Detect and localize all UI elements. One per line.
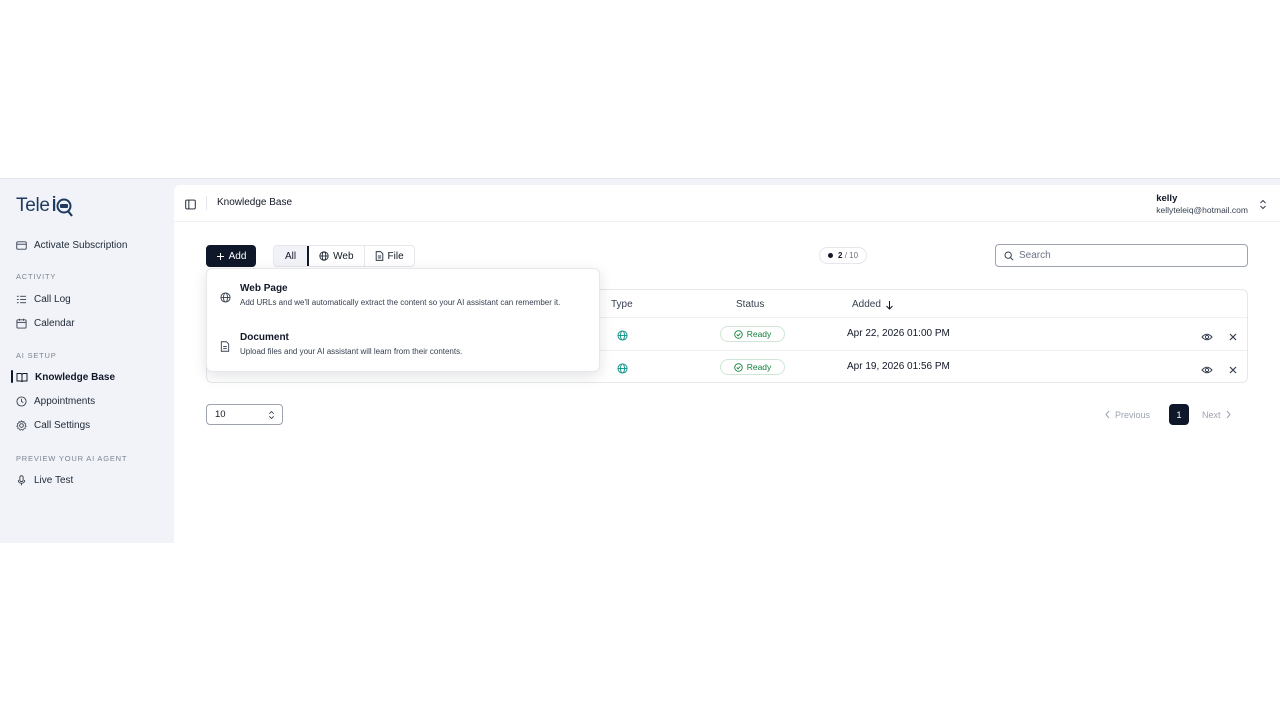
plus-icon bbox=[216, 252, 224, 260]
add-button-label: Add bbox=[228, 250, 247, 262]
type-filter-tabs: All Web File bbox=[273, 245, 415, 267]
status-badge: Ready bbox=[720, 359, 785, 375]
globe-icon bbox=[220, 290, 231, 308]
tab-all[interactable]: All bbox=[274, 246, 310, 266]
logo-text: Tele bbox=[16, 195, 50, 216]
delete-icon[interactable] bbox=[1228, 362, 1238, 380]
added-date: Apr 22, 2026 01:00 PM bbox=[847, 328, 950, 339]
add-menu: Web Page Add URLs and we'll automaticall… bbox=[206, 268, 600, 372]
sidebar-item-appointments[interactable]: Appointments bbox=[16, 393, 95, 409]
tab-file[interactable]: File bbox=[364, 246, 414, 266]
check-circle-icon bbox=[733, 362, 743, 372]
globe-icon bbox=[617, 328, 628, 346]
list-icon bbox=[16, 295, 27, 303]
section-label-activity: ACTIVITY bbox=[16, 272, 57, 281]
sidebar-item-label: Live Test bbox=[34, 474, 74, 486]
sidebar-item-live-test[interactable]: Live Test bbox=[16, 472, 73, 488]
chevron-up-down-icon[interactable] bbox=[1259, 197, 1267, 215]
clock-icon bbox=[16, 395, 27, 407]
next-label: Next bbox=[1202, 409, 1221, 420]
add-button[interactable]: Add bbox=[206, 245, 256, 267]
view-icon[interactable] bbox=[1201, 362, 1213, 380]
search-icon bbox=[1004, 251, 1014, 261]
counter-current: 2 bbox=[838, 251, 843, 260]
file-icon bbox=[220, 339, 230, 357]
logo[interactable]: Tele bbox=[16, 195, 74, 217]
sidebar-item-activate-subscription[interactable]: Activate Subscription bbox=[16, 237, 127, 253]
sidebar-item-label: Call Log bbox=[34, 293, 71, 305]
sidebar-item-knowledge-base[interactable]: Knowledge Base bbox=[16, 369, 115, 385]
menu-item-title: Web Page bbox=[240, 283, 288, 294]
sidebar-item-label: Calendar bbox=[34, 317, 75, 329]
column-header-status[interactable]: Status bbox=[736, 299, 764, 310]
globe-icon bbox=[319, 251, 329, 261]
sidebar-item-label: Knowledge Base bbox=[35, 371, 116, 383]
gear-icon bbox=[16, 419, 27, 431]
file-icon bbox=[375, 251, 383, 261]
delete-icon[interactable] bbox=[1228, 329, 1238, 347]
tab-label: Web bbox=[333, 250, 354, 262]
sidebar-item-call-log[interactable]: Call Log bbox=[16, 291, 71, 307]
tab-label: All bbox=[285, 250, 297, 262]
sidebar-item-label: Activate Subscription bbox=[34, 239, 128, 251]
user-menu[interactable]: kelly kellyteleiq@hotmail.com bbox=[1156, 193, 1248, 215]
column-header-label: Added bbox=[852, 299, 881, 310]
globe-icon bbox=[617, 361, 628, 379]
sidebar: Tele Activate Subscription ACTIVITY Call… bbox=[0, 179, 174, 544]
tab-label: File bbox=[387, 250, 404, 262]
top-bar: Knowledge Base kelly kellyteleiq@hotmail… bbox=[174, 185, 1280, 222]
page-size-value: 10 bbox=[215, 409, 226, 420]
user-name: kelly bbox=[1156, 193, 1178, 204]
status-text: Ready bbox=[746, 329, 772, 339]
menu-item-title: Document bbox=[240, 332, 289, 343]
divider bbox=[206, 196, 207, 210]
section-label-preview: PREVIEW YOUR AI AGENT bbox=[16, 454, 128, 463]
breadcrumb: Knowledge Base bbox=[217, 197, 293, 208]
chevron-up-down-icon bbox=[268, 410, 275, 423]
previous-button[interactable]: Previous bbox=[1104, 404, 1150, 425]
sidebar-item-call-settings[interactable]: Call Settings bbox=[16, 417, 90, 433]
user-email: kellyteleiq@hotmail.com bbox=[1156, 205, 1248, 215]
logo-mark-icon bbox=[52, 195, 74, 217]
page-size-select[interactable]: 10 bbox=[206, 404, 283, 425]
sidebar-item-label: Call Settings bbox=[34, 419, 91, 431]
previous-label: Previous bbox=[1115, 409, 1151, 420]
menu-item-description: Upload files and your AI assistant will … bbox=[240, 347, 463, 356]
view-icon[interactable] bbox=[1201, 329, 1213, 347]
status-text: Ready bbox=[746, 362, 772, 372]
sidebar-toggle-icon[interactable] bbox=[185, 197, 196, 215]
menu-item-web-page[interactable]: Web Page Add URLs and we'll automaticall… bbox=[207, 281, 599, 321]
item-counter-badge: 2 / 10 bbox=[819, 247, 868, 264]
column-header-type[interactable]: Type bbox=[611, 299, 633, 310]
chevron-right-icon bbox=[1226, 410, 1231, 419]
column-header-added[interactable]: Added bbox=[852, 299, 894, 310]
microphone-icon bbox=[17, 474, 26, 485]
search-box bbox=[995, 244, 1248, 267]
next-button[interactable]: Next bbox=[1202, 404, 1232, 425]
menu-item-document[interactable]: Document Upload files and your AI assist… bbox=[207, 330, 599, 370]
check-circle-icon bbox=[733, 329, 743, 339]
added-date: Apr 19, 2026 01:56 PM bbox=[847, 361, 950, 372]
sidebar-item-calendar[interactable]: Calendar bbox=[16, 315, 75, 331]
counter-total: / 10 bbox=[844, 251, 859, 260]
credit-card-icon bbox=[16, 240, 27, 250]
app-shell: Tele Activate Subscription ACTIVITY Call… bbox=[0, 178, 1280, 544]
arrow-down-icon bbox=[886, 300, 893, 310]
status-badge: Ready bbox=[720, 326, 785, 342]
sidebar-item-label: Appointments bbox=[34, 395, 96, 407]
page-1-button[interactable]: 1 bbox=[1169, 404, 1189, 425]
book-open-icon bbox=[16, 372, 28, 382]
search-input[interactable] bbox=[1019, 250, 1239, 261]
section-label-ai-setup: AI SETUP bbox=[16, 351, 57, 360]
chevron-left-icon bbox=[1105, 410, 1110, 419]
menu-item-description: Add URLs and we'll automatically extract… bbox=[240, 298, 561, 307]
active-indicator bbox=[11, 370, 13, 383]
tab-web[interactable]: Web bbox=[309, 246, 365, 266]
calendar-icon bbox=[16, 318, 27, 329]
dot-icon bbox=[828, 253, 833, 258]
